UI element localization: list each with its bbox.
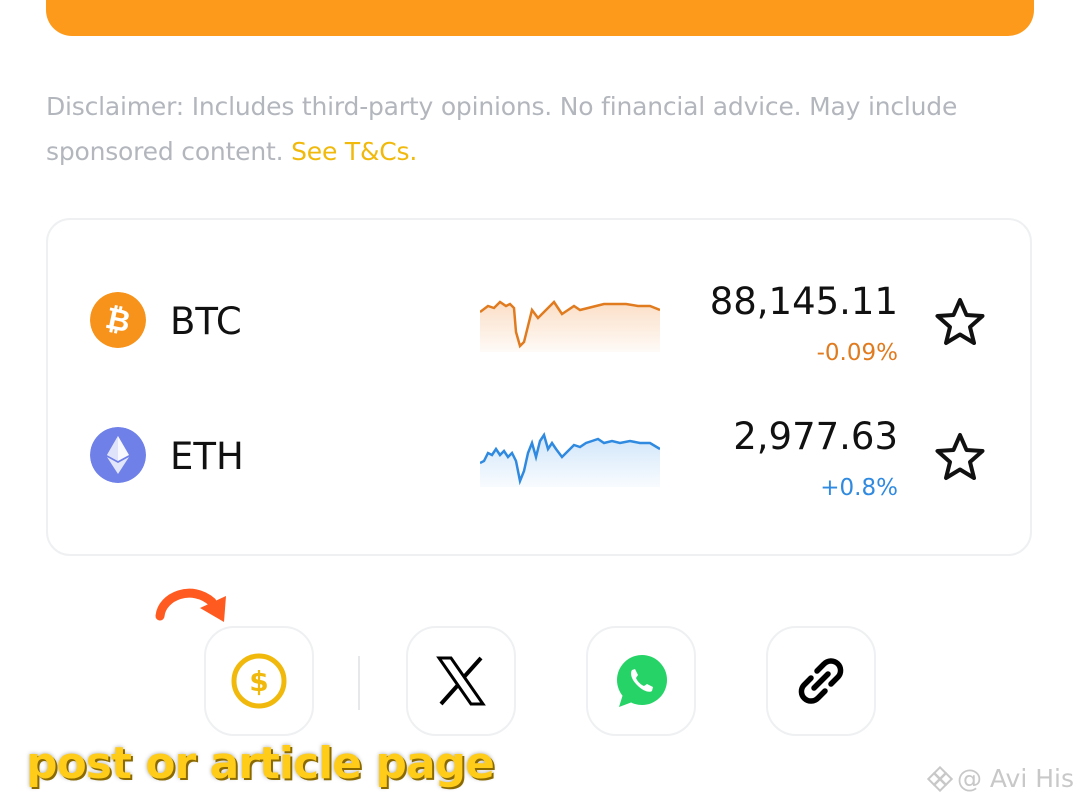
btc-sparkline xyxy=(480,300,660,352)
disclaimer-text: Disclaimer: Includes third-party opinion… xyxy=(46,92,958,166)
tip-button[interactable]: $ xyxy=(204,626,314,736)
coin-change: +0.8% xyxy=(820,475,898,501)
overlay-caption: post or article page xyxy=(26,738,495,789)
coin-row-btc[interactable]: ₿ BTC 88,145.11 -0.09% xyxy=(48,266,1030,376)
star-icon[interactable] xyxy=(934,431,986,483)
disclaimer: Disclaimer: Includes third-party opinion… xyxy=(46,84,1026,174)
whatsapp-icon xyxy=(617,655,667,707)
coin-symbol: BTC xyxy=(170,300,242,343)
share-whatsapp-button[interactable] xyxy=(586,626,696,736)
star-icon[interactable] xyxy=(934,296,986,348)
coin-row-eth[interactable]: ETH 2,977.63 +0.8% xyxy=(48,401,1030,511)
arrow-annotation-icon xyxy=(155,588,226,622)
eth-sparkline xyxy=(480,432,660,487)
copy-link-button[interactable] xyxy=(766,626,876,736)
coin-watch-card: ₿ BTC 88,145.11 -0.09% ETH 2,977.63 +0.8… xyxy=(46,218,1032,556)
coin-symbol: ETH xyxy=(170,435,244,478)
coin-change: -0.09% xyxy=(816,340,898,366)
watermark: @ Avi His xyxy=(926,764,1074,793)
share-x-button[interactable] xyxy=(406,626,516,736)
divider xyxy=(358,656,360,710)
binance-logo-icon xyxy=(926,765,953,792)
ethereum-icon xyxy=(90,427,146,483)
svg-text:$: $ xyxy=(249,665,268,698)
primary-action-button[interactable] xyxy=(46,0,1034,36)
terms-link[interactable]: See T&Cs. xyxy=(291,137,417,166)
tip-icon: $ xyxy=(231,653,287,709)
bitcoin-icon: ₿ xyxy=(90,292,146,348)
x-icon xyxy=(436,656,486,706)
coin-price: 88,145.11 xyxy=(709,280,898,323)
link-icon xyxy=(798,658,844,704)
watermark-text: @ Avi His xyxy=(956,764,1074,793)
coin-price: 2,977.63 xyxy=(733,415,898,458)
